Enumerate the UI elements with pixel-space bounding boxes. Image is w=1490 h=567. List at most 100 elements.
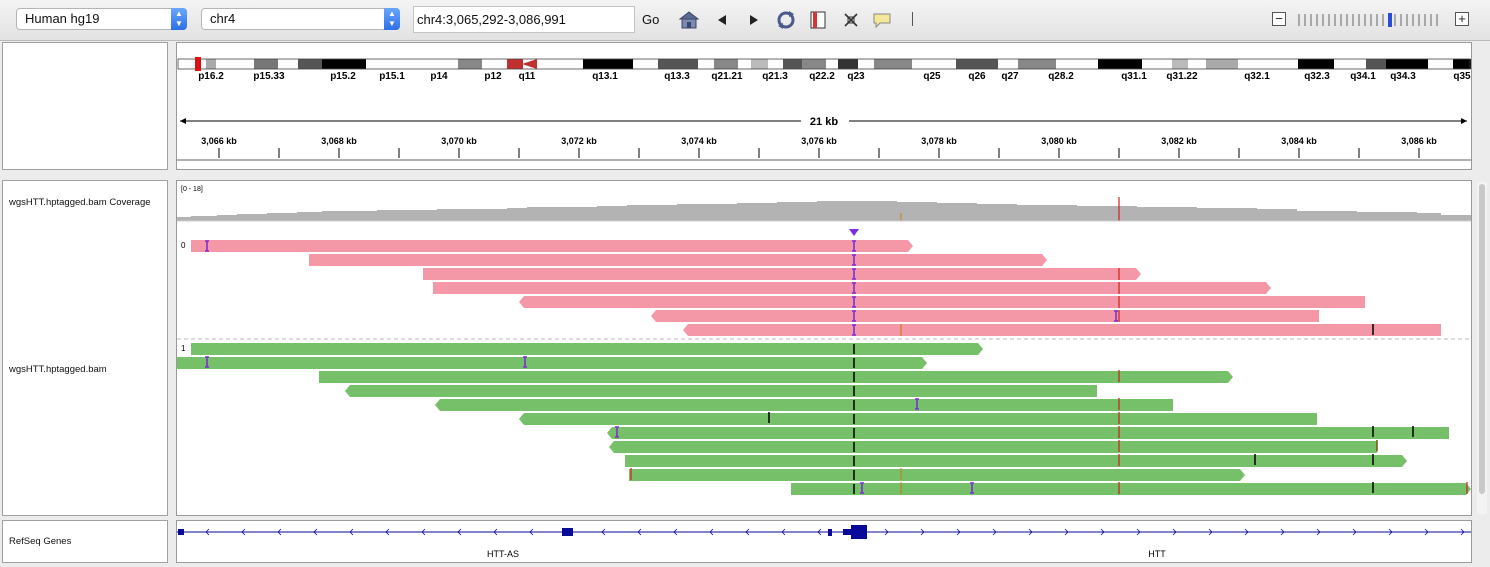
alignment-reads[interactable] [177,240,1471,495]
ruler-svg[interactable]: p16.2 p15.33 p15.2 p15.1 p14 p12 q11 q13.1 q13.3… [177,43,1480,169]
group-0-label: 0 [181,241,186,250]
ideogram-band [998,59,1018,69]
ruler-tick-label: 3,070 kb [441,136,477,146]
ideogram-band-label: q28.2 [1048,71,1074,82]
ideogram-band [278,59,298,69]
gene-exon [562,528,573,536]
group-1-label: 1 [181,344,186,353]
ideogram-band-label: q13.1 [592,71,618,82]
read [177,357,927,369]
ideogram-band [1018,59,1056,69]
ruler-tick-label: 3,084 kb [1281,136,1317,146]
ideogram-band [482,59,508,69]
ideogram-band [458,59,482,69]
data-name-panel: wgsHTT.hptagged.bam Coverage wgsHTT.hpta… [2,180,168,516]
genome-select-value: Human hg19 [25,11,100,26]
refresh-icon[interactable] [775,9,797,31]
ruler-tick-label: 3,074 kb [681,136,717,146]
ideogram-band [1272,59,1298,69]
ideogram-band [1298,59,1334,69]
ideogram-band-label: p12 [484,71,502,82]
ideogram-band-label: q31.22 [1166,71,1198,82]
gene-label-htt-as[interactable]: HTT-AS [487,549,519,559]
ruler-ticks: 3,066 kb 3,068 kb 3,070 kb 3,072 kb 3,074 kb… [201,136,1480,158]
ruler-tick-label: 3,072 kb [561,136,597,146]
ideogram-band [1142,59,1172,69]
gene-exon [178,529,184,535]
ideogram-band [254,59,278,69]
zoom-in-button[interactable]: + [1455,12,1469,26]
vertical-scrollbar[interactable] [1477,182,1487,514]
read [191,240,913,252]
ideogram-band-label: q32.1 [1244,71,1270,82]
read [609,441,1377,453]
ideogram-band-label: q26 [968,71,986,82]
feature-panel: HTT-AS HTT [176,520,1472,563]
ideogram-band [1366,59,1386,69]
ideogram-band [751,59,768,69]
forward-icon[interactable] [743,9,765,31]
zoom-slider[interactable] [1297,13,1445,27]
coverage-track-name[interactable]: wgsHTT.hptagged.bam Coverage [9,197,151,208]
scrollbar-thumb[interactable] [1479,184,1485,494]
home-icon[interactable] [678,9,700,31]
locus-input[interactable]: chr4:3,065,292-3,086,991 [413,6,635,33]
ideogram-band [298,59,322,69]
go-button[interactable]: Go [642,12,659,27]
ruler-tick-label: 3,086 kb [1401,136,1437,146]
read [519,413,1317,425]
chromosome-ideogram[interactable]: p16.2 p15.33 p15.2 p15.1 p14 p12 q11 q13.1 q13.3… [177,57,1472,82]
ideogram-band [1188,59,1206,69]
read [625,455,1407,467]
ruler-tick-label: 3,068 kb [321,136,357,146]
header-name-panel [2,42,168,170]
ideogram-band [858,59,874,69]
ideogram-band-label: q25 [923,71,941,82]
roi-icon[interactable] [807,9,829,31]
alignment-view[interactable]: [0 - 18] 0 1 [177,181,1471,515]
ruler-tick-label: 3,082 kb [1161,136,1197,146]
read [607,427,1449,439]
genome-select[interactable]: Human hg19 ▲ ▼ [16,8,187,30]
ruler-tick-label: 3,066 kb [201,136,237,146]
ideogram-band-label: p15.1 [379,71,405,82]
resize-icon[interactable] [840,9,862,31]
back-icon[interactable] [711,9,733,31]
ideogram-band [206,59,216,69]
center-marker-icon [849,229,859,236]
zoom-out-button[interactable]: − [1272,12,1286,26]
span-arrow-left-icon [180,118,186,124]
data-panel: [0 - 18] 0 1 [176,180,1472,516]
read [423,268,1141,280]
read [519,296,1365,308]
read [319,371,1233,383]
alignment-track-name[interactable]: wgsHTT.hptagged.bam [9,364,107,375]
ideogram-band [1453,59,1472,69]
read [791,483,1471,495]
feature-name-panel: RefSeq Genes [2,520,168,563]
ideogram-band [838,59,858,69]
gene-label-htt[interactable]: HTT [1148,549,1166,559]
gene-exon [843,529,851,535]
ideogram-band-label: q32.3 [1304,71,1330,82]
ideogram-band [768,59,783,69]
read [435,399,1173,411]
ideogram-band-label: q22.2 [809,71,835,82]
coverage-histogram [177,201,1471,221]
refseq-genes-track[interactable]: HTT-AS HTT [177,521,1471,562]
ideogram-band [1098,59,1142,69]
chromosome-select[interactable]: chr4 ▲ ▼ [201,8,400,30]
popup-text-icon[interactable] [871,9,893,31]
read [651,310,1319,322]
read [345,385,1097,397]
ideogram-band [366,59,418,69]
coverage-track[interactable]: [0 - 18] [177,186,1471,221]
ruler-tick-label: 3,080 kb [1041,136,1077,146]
zoom-thumb [1388,13,1392,27]
read [191,343,983,355]
ideogram-band-label: p15.2 [330,71,356,82]
ruler-tick-label: 3,078 kb [921,136,957,146]
genes-track-name[interactable]: RefSeq Genes [9,536,71,547]
ideogram-band [216,59,254,69]
ideogram-band [583,59,633,69]
